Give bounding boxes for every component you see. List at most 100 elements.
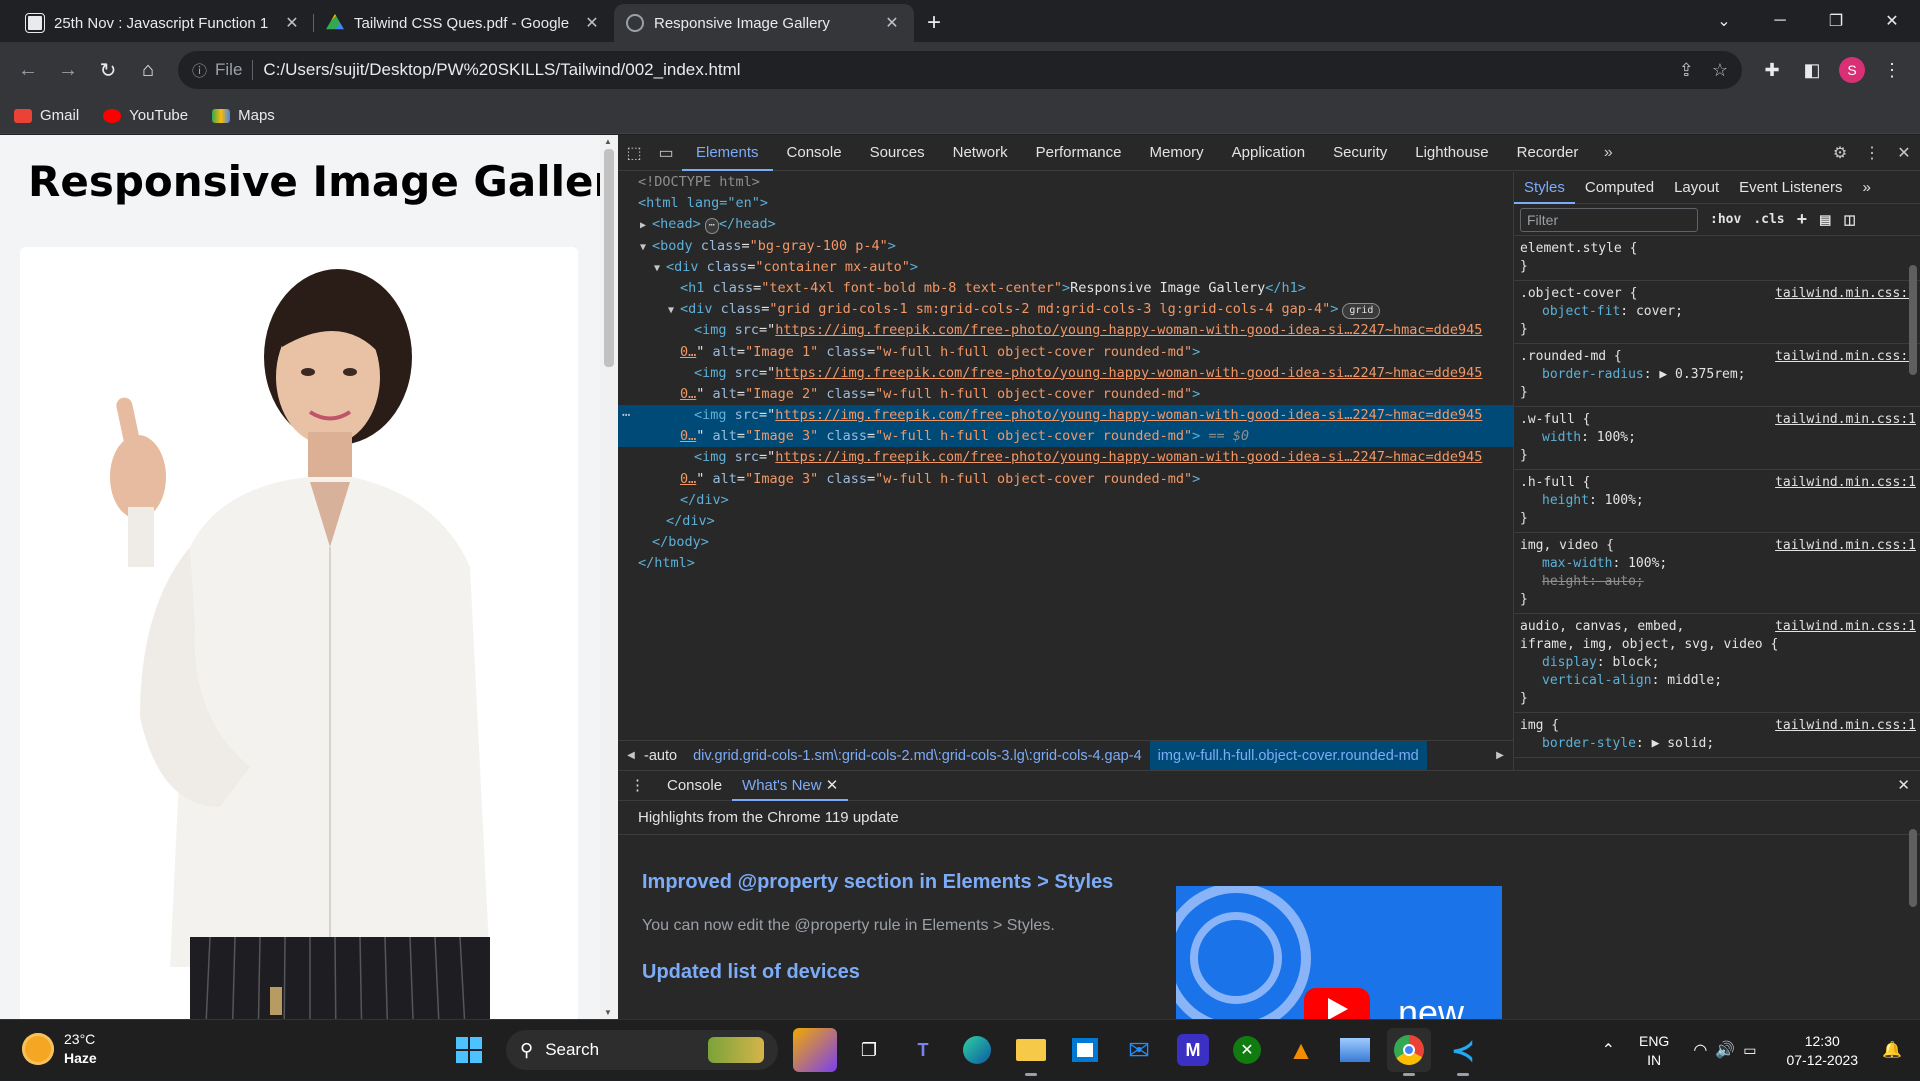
file-explorer-icon[interactable]	[1009, 1028, 1053, 1076]
tab-elements[interactable]: Elements	[682, 135, 773, 171]
collapse-triangle-icon[interactable]: ▼	[640, 237, 652, 258]
rule-source-link[interactable]: tailwind.min.css:1	[1775, 348, 1916, 366]
notification-bell-icon[interactable]: 🔔	[1882, 1041, 1902, 1060]
microsoft-store-icon[interactable]	[1063, 1028, 1107, 1072]
chrome-icon[interactable]	[1387, 1028, 1431, 1076]
tab-console[interactable]: Console	[773, 135, 856, 171]
style-rule[interactable]: tailwind.min.css:1 .rounded-md {border-ra…	[1514, 344, 1920, 407]
whats-new-item-title[interactable]: Improved @property section in Elements >…	[642, 871, 1113, 894]
style-rule[interactable]: tailwind.min.css:1 img {border-style: ▶ s…	[1514, 713, 1920, 758]
mail-icon[interactable]: ✉	[1117, 1028, 1161, 1072]
volume-icon[interactable]: 🔊	[1715, 1041, 1735, 1060]
rule-selector[interactable]: iframe, img, object, svg, video {	[1520, 636, 1914, 654]
battery-icon[interactable]: ▭	[1743, 1041, 1756, 1060]
drawer-tab-whats-new[interactable]: What's New ✕	[732, 771, 849, 801]
close-tab-icon[interactable]: ✕	[582, 13, 602, 33]
menu-kebab-icon[interactable]: ⋮	[1872, 50, 1912, 90]
breadcrumb-item-current[interactable]: img.w-full.h-full.object-cover.rounded-m…	[1149, 740, 1427, 771]
attr-value[interactable]: "text-4xl font-bold mb-8 text-center"	[761, 280, 1062, 296]
more-tabs-icon[interactable]: »	[1853, 172, 1881, 204]
breadcrumb-right-icon[interactable]: ▶	[1487, 741, 1513, 771]
close-window-button[interactable]: ✕	[1864, 0, 1920, 42]
attr-value[interactable]: "Image 2"	[745, 386, 818, 402]
tab-sources[interactable]: Sources	[856, 135, 939, 171]
close-icon[interactable]: ✕	[826, 777, 839, 794]
breadcrumb-left-icon[interactable]: ◀	[618, 741, 644, 771]
rule-source-link[interactable]: tailwind.min.css:1	[1775, 411, 1916, 429]
attr-value[interactable]: "w-full h-full object-cover rounded-md"	[875, 344, 1192, 360]
prop-value[interactable]: 100%;	[1628, 556, 1667, 571]
back-button[interactable]: ←	[8, 50, 48, 90]
browser-tab-3-active[interactable]: Responsive Image Gallery ✕	[614, 4, 914, 42]
rule-source-link[interactable]: tailwind.min.css:1	[1775, 285, 1916, 303]
img-src-link[interactable]: https://img.freepik.com/free-photo/young…	[775, 365, 1482, 381]
url-text[interactable]: C:/Users/sujit/Desktop/PW%20SKILLS/Tailw…	[263, 60, 1660, 80]
prop-name[interactable]: vertical-align	[1542, 673, 1652, 688]
scrollbar-thumb[interactable]	[1909, 265, 1917, 375]
bookmark-youtube[interactable]: YouTube	[103, 107, 188, 124]
prop-name[interactable]: width	[1542, 430, 1581, 445]
profile-button[interactable]: S	[1832, 50, 1872, 90]
prop-value[interactable]: cover;	[1636, 304, 1683, 319]
attr-value[interactable]: "Image 3"	[745, 428, 818, 444]
h1-text-node[interactable]: Responsive Image Gallery	[1070, 280, 1265, 296]
copilot-icon[interactable]	[793, 1028, 837, 1072]
styles-scrollbar[interactable]	[1906, 241, 1920, 770]
rule-source-link[interactable]: tailwind.min.css:1	[1775, 618, 1916, 636]
styles-filter-input[interactable]: Filter	[1520, 207, 1698, 232]
collapse-triangle-icon[interactable]: ▼	[668, 300, 680, 321]
tab-search-icon[interactable]: ⌄	[1696, 0, 1752, 42]
breadcrumb-item[interactable]: div.grid.grid-cols-1.sm\:grid-cols-2.md\…	[685, 748, 1150, 764]
selected-dom-node[interactable]: ⋯ <img src="https://img.freepik.com/free-…	[618, 405, 1513, 427]
style-rule[interactable]: tailwind.min.css:1 .w-full {width: 100%;}	[1514, 407, 1920, 470]
scrollbar-thumb[interactable]	[1909, 829, 1917, 907]
body-node[interactable]: body	[660, 238, 693, 254]
rule-source-link[interactable]: tailwind.min.css:1	[1775, 537, 1916, 555]
img-src-link[interactable]: 0…	[680, 428, 696, 444]
language-indicator[interactable]: ENG IN	[1631, 1032, 1677, 1070]
add-rule-icon[interactable]: +	[1797, 209, 1808, 230]
prop-name[interactable]: object-fit	[1542, 304, 1620, 319]
minimize-button[interactable]: ─	[1752, 0, 1808, 42]
img-src-link[interactable]: https://img.freepik.com/free-photo/young…	[775, 322, 1482, 338]
clock[interactable]: 12:30 07-12-2023	[1778, 1032, 1866, 1070]
prop-name[interactable]: height	[1542, 493, 1589, 508]
attr-value[interactable]: "w-full h-full object-cover rounded-md"	[875, 428, 1192, 444]
breadcrumb-item[interactable]: -auto	[644, 748, 685, 764]
attr-value[interactable]: "w-full h-full object-cover rounded-md"	[875, 386, 1192, 402]
prop-value[interactable]: middle;	[1667, 673, 1722, 688]
taskbar-search[interactable]: ⚲ Search	[506, 1030, 778, 1070]
devtools-menu-icon[interactable]: ⋮	[1856, 135, 1888, 171]
browser-tab-2[interactable]: Tailwind CSS Ques.pdf - Google ✕	[314, 4, 614, 42]
wifi-icon[interactable]: ◠	[1693, 1041, 1707, 1060]
xbox-icon[interactable]: ✕	[1225, 1028, 1269, 1072]
attr-value[interactable]: "Image 3"	[745, 471, 818, 487]
share-icon[interactable]: ⇪	[1679, 60, 1694, 81]
side-panel-icon[interactable]: ◧	[1792, 50, 1832, 90]
device-toolbar-icon[interactable]: ▭	[650, 135, 682, 171]
tab-performance[interactable]: Performance	[1022, 135, 1136, 171]
tab-application[interactable]: Application	[1218, 135, 1319, 171]
scrollbar-thumb[interactable]	[604, 149, 614, 367]
prop-name-overridden[interactable]: height	[1542, 574, 1589, 589]
prop-value[interactable]: 100%;	[1597, 430, 1636, 445]
tab-network[interactable]: Network	[939, 135, 1022, 171]
style-rule[interactable]: element.style {}	[1514, 236, 1920, 281]
page-scrollbar[interactable]: ▲ ▼	[600, 135, 618, 1019]
task-view-icon[interactable]: ❐	[847, 1028, 891, 1072]
close-drawer-icon[interactable]: ✕	[1887, 771, 1920, 801]
img-src-link[interactable]: 0…	[680, 471, 696, 487]
tab-security[interactable]: Security	[1319, 135, 1401, 171]
scroll-up-arrow-icon[interactable]: ▲	[604, 137, 612, 146]
hov-toggle[interactable]: :hov	[1710, 212, 1741, 227]
address-bar[interactable]: ⓘ File C:/Users/sujit/Desktop/PW%20SKILL…	[178, 51, 1742, 89]
tab-lighthouse[interactable]: Lighthouse	[1401, 135, 1502, 171]
whats-new-video-thumbnail[interactable]: new	[1176, 886, 1502, 1026]
close-devtools-icon[interactable]: ✕	[1888, 135, 1920, 171]
ellipsis-badge[interactable]: ⋯	[704, 218, 719, 235]
style-rule[interactable]: tailwind.min.css:1 .h-full {height: 100%;…	[1514, 470, 1920, 533]
bookmark-star-icon[interactable]: ☆	[1712, 60, 1728, 81]
bookmark-gmail[interactable]: Gmail	[14, 107, 79, 124]
style-rule[interactable]: tailwind.min.css:1 img, video {max-width:…	[1514, 533, 1920, 614]
tab-styles[interactable]: Styles	[1514, 172, 1575, 204]
